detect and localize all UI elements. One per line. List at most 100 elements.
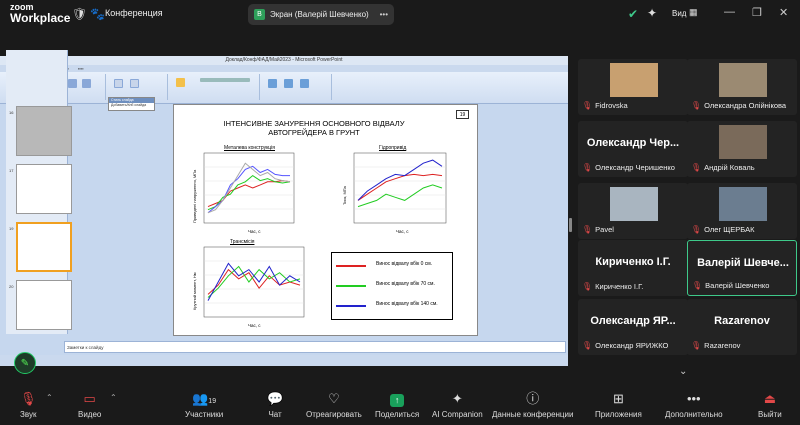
participant-tile[interactable]: Олександр ЯР... 🎙 Олександр ЯРИЖКО <box>578 299 688 355</box>
screen-share-label: Экран (Валерій Шевченко) <box>270 10 369 19</box>
audio-button[interactable]: 🎙 Звук <box>20 391 37 419</box>
participant-tile[interactable]: 🎙 Олександра Олійнікова <box>687 59 797 115</box>
mic-muted-icon: 🎙 <box>691 101 702 110</box>
share-screen-icon: ↑ <box>390 394 405 407</box>
ai-companion-button[interactable]: ✦ AI Companion <box>432 391 483 419</box>
slide-thumbnail[interactable] <box>16 164 72 214</box>
participant-video <box>719 63 767 97</box>
mic-muted-icon: 🎙 <box>582 282 593 291</box>
mic-muted-icon: 🎙 <box>20 391 37 406</box>
apps-icon: ⊞ <box>612 391 624 406</box>
participant-name: 🎙 Олександр Черишенко <box>582 163 675 172</box>
ppt-ribbon[interactable] <box>0 72 568 104</box>
slide-style-popup[interactable]: Стиль слайда Добавить/Кнб слайда <box>108 97 155 111</box>
mic-muted-icon: 🎙 <box>582 225 593 234</box>
participant-tile[interactable]: Валерій Шевче... 🎙 Валерій Шевченко <box>687 240 797 296</box>
minimize-button[interactable]: — <box>724 6 735 18</box>
video-options-caret[interactable]: ⌃ <box>110 393 117 402</box>
more-button[interactable]: ••• Дополнительно <box>665 391 723 419</box>
participant-tile[interactable]: 🎙 Pavel <box>578 183 688 239</box>
participant-name: 🎙 Fidrovska <box>582 101 628 110</box>
mic-muted-icon: 🎙 <box>691 225 702 234</box>
mic-muted-icon: 🎙 <box>582 101 593 110</box>
legend-row: Винос відвалу вбік 70 см. <box>336 281 452 291</box>
video-button[interactable]: ▭ Видео <box>78 391 101 419</box>
annotate-pencil-icon[interactable]: ✎ <box>14 352 36 374</box>
view-grid-icon[interactable]: ▦ <box>689 7 698 18</box>
chart-frame <box>203 152 295 224</box>
ppt-window-title: Доклад/Конф/ФАД/Май2023 - Microsoft Powe… <box>0 56 568 65</box>
participant-display-name: Валерій Шевче... <box>697 257 789 269</box>
share-button[interactable]: ↑ Поделиться <box>375 391 419 419</box>
slide-thumbnail-active[interactable] <box>16 222 72 272</box>
participant-display-name: Олександр ЯР... <box>590 315 676 327</box>
ai-sparkle-icon: ✦ <box>451 391 463 406</box>
current-slide[interactable]: 19 ІНТЕНСИВНЕ ЗАНУРЕННЯ ОСНОВНОГО ВІДВАЛ… <box>173 104 478 336</box>
chat-button[interactable]: 💬 Чат <box>267 391 283 419</box>
meeting-label: Конференция <box>105 8 163 18</box>
participant-display-name: Razarenov <box>714 315 770 327</box>
participant-tile[interactable]: Razarenov 🎙 Razarenov <box>687 299 797 355</box>
mic-muted-icon: 🎙 <box>692 281 703 290</box>
slide-notes[interactable]: Заметки к слайду <box>64 341 566 353</box>
participant-name: 🎙 Олександр ЯРИЖКО <box>582 341 669 350</box>
more-dots-icon[interactable]: ••• <box>380 10 388 19</box>
slide-thumbnail-pane[interactable]: 16 17 19 20 <box>6 50 72 334</box>
maximize-button[interactable]: ❐ <box>752 6 762 19</box>
participant-video <box>610 187 658 221</box>
react-button[interactable]: ♡ Отреагировать <box>306 391 362 419</box>
chat-icon: 💬 <box>267 391 284 406</box>
participant-tile[interactable]: 🎙 Андрій Коваль <box>687 121 797 177</box>
participant-tile[interactable]: 🎙 Олег ЩЕРБАК <box>687 183 797 239</box>
camera-off-icon: ▭ <box>83 391 96 406</box>
legend-swatch-2 <box>336 305 366 307</box>
view-menu[interactable]: Вид <box>672 9 686 18</box>
participant-name: 🎙 Олександра Олійнікова <box>691 101 787 110</box>
participant-name: 🎙 Кириченко І.Г. <box>582 282 644 291</box>
audio-options-caret[interactable]: ⌃ <box>46 393 53 402</box>
ppt-ribbon-tabs[interactable]: ▪▪▪▪▪▪▪▪▪▪▪▪▪▪▪▪▪▪▪▪▪▪▪ <box>0 65 568 72</box>
panel-splitter[interactable] <box>569 218 572 232</box>
participant-name: 🎙 Андрій Коваль <box>691 163 755 172</box>
participant-video <box>610 63 658 97</box>
encryption-shield-icon[interactable]: ✔ <box>628 7 638 21</box>
title-bar: zoom Workplace 🛡 🐾 Конференция В Экран (… <box>0 0 800 30</box>
info-icon: ⓘ <box>526 391 540 406</box>
sparkle-icon[interactable]: ✦ <box>647 6 657 20</box>
legend-row: Винос відвалу вбік 0 см. <box>336 261 452 271</box>
mic-muted-icon: 🎙 <box>582 163 593 172</box>
participant-video <box>719 187 767 221</box>
meeting-toolbar: 🎙 Звук ⌃ ▭ Видео ⌃ 👥19 Участники 💬 Чат ♡ Отре… <box>0 385 800 425</box>
meeting-info-button[interactable]: ⓘ Данные конференции <box>492 391 573 419</box>
participants-icon: 👥19 <box>192 391 217 406</box>
mic-muted-icon: 🎙 <box>691 341 702 350</box>
zoom-logo: zoom Workplace <box>10 2 71 25</box>
legend-row: Винос відвалу вбік 140 см. <box>336 301 452 311</box>
legend-swatch-0 <box>336 265 366 267</box>
chart-frame <box>353 152 447 224</box>
shield-icon[interactable]: 🛡 <box>72 7 87 21</box>
participant-display-name: Кириченко І.Г. <box>595 256 671 268</box>
screen-share-pill[interactable]: В Экран (Валерій Шевченко) ••• <box>248 4 394 25</box>
paw-icon: 🐾 <box>90 7 105 21</box>
more-dots-icon: ••• <box>686 391 701 406</box>
participant-video <box>719 125 767 159</box>
slide-thumbnail[interactable] <box>16 280 72 330</box>
ppt-status-bar <box>0 355 568 366</box>
participant-tile[interactable]: Олександр Чер... 🎙 Олександр Черишенко <box>578 121 688 177</box>
mic-muted-icon: 🎙 <box>582 341 593 350</box>
legend-swatch-1 <box>336 285 366 287</box>
participant-tile[interactable]: 🎙 Fidrovska <box>578 59 688 115</box>
slide-thumbnail[interactable] <box>16 106 72 156</box>
presenter-badge: В <box>254 9 265 20</box>
heart-icon: ♡ <box>328 391 340 406</box>
chevron-down-icon[interactable]: ⌄ <box>679 366 687 377</box>
close-button[interactable]: ✕ <box>779 6 788 19</box>
mic-muted-icon: 🎙 <box>691 163 702 172</box>
apps-button[interactable]: ⊞ Приложения <box>595 391 642 419</box>
participants-button[interactable]: 👥19 Участники <box>185 391 223 419</box>
participant-name: 🎙 Олег ЩЕРБАК <box>691 225 755 234</box>
participant-tile[interactable]: Кириченко І.Г. 🎙 Кириченко І.Г. <box>578 240 688 296</box>
participant-name: 🎙 Валерій Шевченко <box>692 281 770 290</box>
leave-button[interactable]: ⏏ Выйти <box>758 391 782 419</box>
